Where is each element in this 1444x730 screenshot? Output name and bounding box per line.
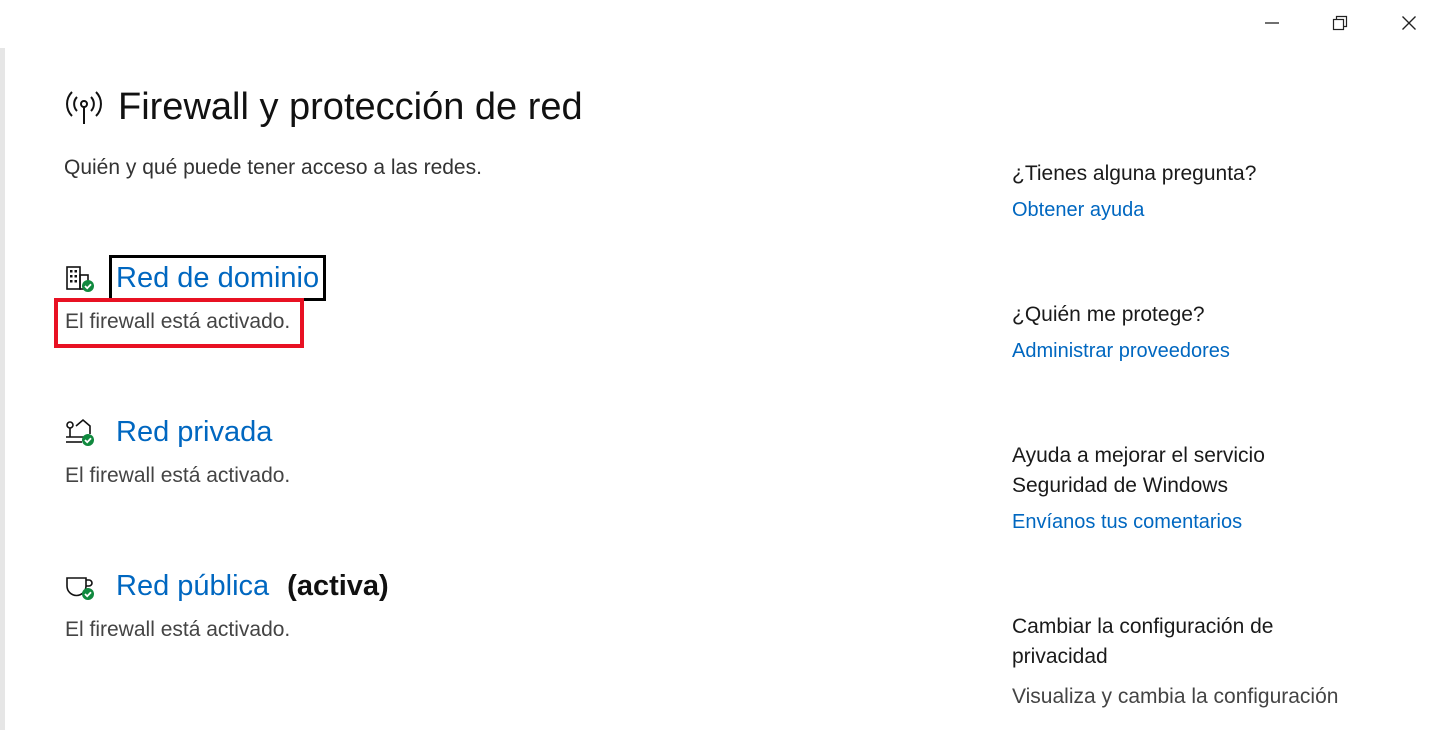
help-section: ¿Tienes alguna pregunta? Obtener ayuda bbox=[1012, 159, 1412, 222]
minimize-icon bbox=[1265, 22, 1279, 24]
close-icon bbox=[1402, 16, 1416, 30]
private-network-section: Red privada El firewall está activado. bbox=[64, 410, 294, 492]
privacy-heading-line2: privacidad bbox=[1012, 645, 1108, 668]
public-network-link[interactable]: Red pública bbox=[112, 566, 273, 606]
get-help-link[interactable]: Obtener ayuda bbox=[1012, 199, 1144, 222]
privacy-section: Cambiar la configuración de privacidad V… bbox=[1012, 612, 1412, 712]
public-network-icon bbox=[64, 570, 96, 602]
restore-button[interactable] bbox=[1317, 0, 1363, 46]
feedback-section: Ayuda a mejorar el servicio Seguridad de… bbox=[1012, 441, 1412, 534]
private-network-status: El firewall está activado. bbox=[65, 464, 291, 487]
privacy-heading-line1: Cambiar la configuración de bbox=[1012, 615, 1274, 638]
manage-providers-link[interactable]: Administrar proveedores bbox=[1012, 340, 1230, 363]
feedback-heading-line2: Seguridad de Windows bbox=[1012, 474, 1228, 497]
page-title: Firewall y protección de red bbox=[118, 86, 583, 128]
domain-network-icon bbox=[64, 262, 96, 294]
send-feedback-link[interactable]: Envíanos tus comentarios bbox=[1012, 511, 1242, 534]
restore-icon bbox=[1332, 15, 1348, 31]
help-heading: ¿Tienes alguna pregunta? bbox=[1012, 162, 1257, 185]
page-header: Firewall y protección de red bbox=[64, 86, 583, 129]
domain-network-section: Red de dominio El firewall está activado… bbox=[53, 255, 327, 348]
public-network-status: El firewall está activado. bbox=[65, 618, 291, 641]
feedback-heading-line1: Ayuda a mejorar el servicio bbox=[1012, 444, 1265, 467]
nav-pane-edge bbox=[0, 48, 5, 730]
minimize-button[interactable] bbox=[1249, 0, 1295, 46]
public-network-section: Red pública (activa) El firewall está ac… bbox=[64, 564, 389, 646]
domain-network-status: El firewall está activado. bbox=[53, 298, 305, 348]
private-network-icon bbox=[64, 416, 96, 448]
wireless-antenna-icon bbox=[66, 90, 102, 124]
protection-section: ¿Quién me protege? Administrar proveedor… bbox=[1012, 300, 1412, 363]
private-network-link[interactable]: Red privada bbox=[112, 412, 276, 452]
privacy-description: Visualiza y cambia la configuración bbox=[1012, 685, 1339, 708]
active-network-tag: (activa) bbox=[287, 569, 389, 602]
protection-heading: ¿Quién me protege? bbox=[1012, 303, 1205, 326]
domain-network-link[interactable]: Red de dominio bbox=[108, 255, 327, 301]
page-subtitle: Quién y qué puede tener acceso a las red… bbox=[64, 156, 482, 179]
close-button[interactable] bbox=[1386, 0, 1432, 46]
